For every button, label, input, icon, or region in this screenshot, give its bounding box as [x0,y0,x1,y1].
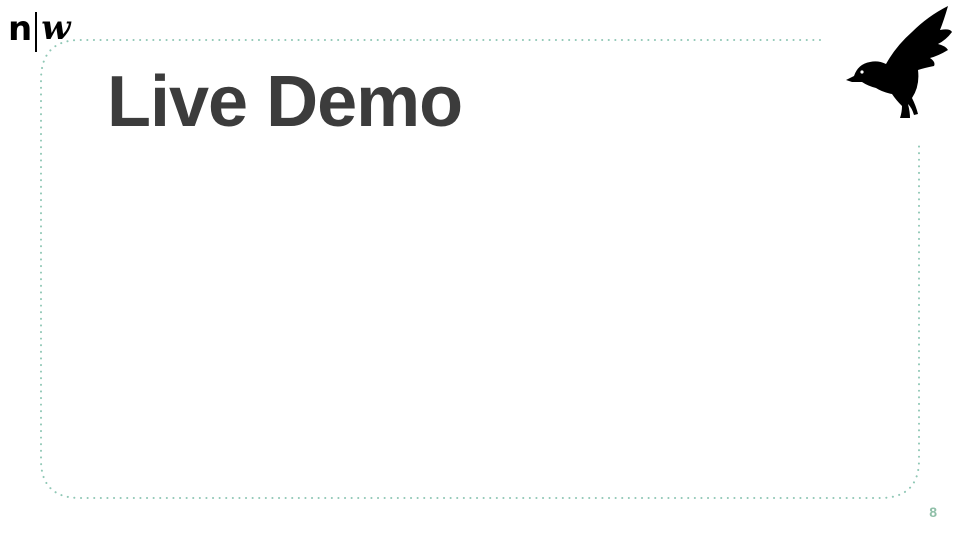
page-number: 8 [929,504,937,520]
slide-title: Live Demo [107,62,463,142]
slide: n w Live Demo 8 [0,0,960,540]
bird-icon [846,6,952,118]
